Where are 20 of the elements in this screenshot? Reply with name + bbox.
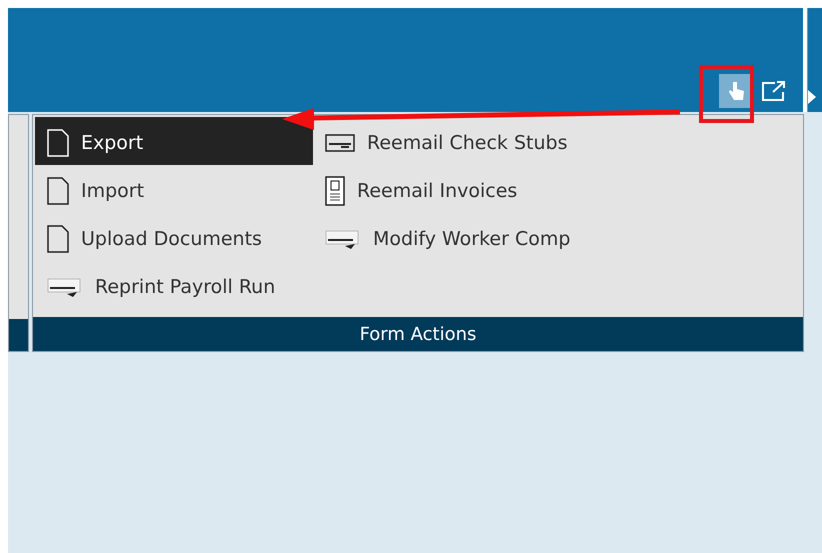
external-link-icon xyxy=(761,80,787,102)
highlight-frame xyxy=(699,65,754,123)
page-icon xyxy=(47,129,69,157)
hand-pointer-icon xyxy=(726,80,746,102)
menu-item[interactable]: Upload Documents xyxy=(35,213,313,261)
cheque-icon xyxy=(47,276,83,298)
page-icon xyxy=(47,177,69,205)
envelope-icon xyxy=(325,133,355,153)
group-label: Form Actions xyxy=(33,317,803,351)
document-icon xyxy=(325,176,345,206)
menu-item[interactable]: Reemail Invoices xyxy=(313,165,518,213)
menu-item[interactable]: Import xyxy=(35,165,313,213)
cheque-icon xyxy=(325,228,361,250)
menu-item[interactable]: Export xyxy=(35,117,313,165)
menu-item[interactable]: Modify Worker Comp xyxy=(313,213,570,261)
page-icon xyxy=(47,225,69,253)
expand-arrow-icon xyxy=(808,90,816,104)
menu-item[interactable]: Reprint Payroll Run xyxy=(35,261,313,309)
pointer-button[interactable] xyxy=(719,74,753,108)
menu-item[interactable]: Reemail Check Stubs xyxy=(313,117,568,165)
